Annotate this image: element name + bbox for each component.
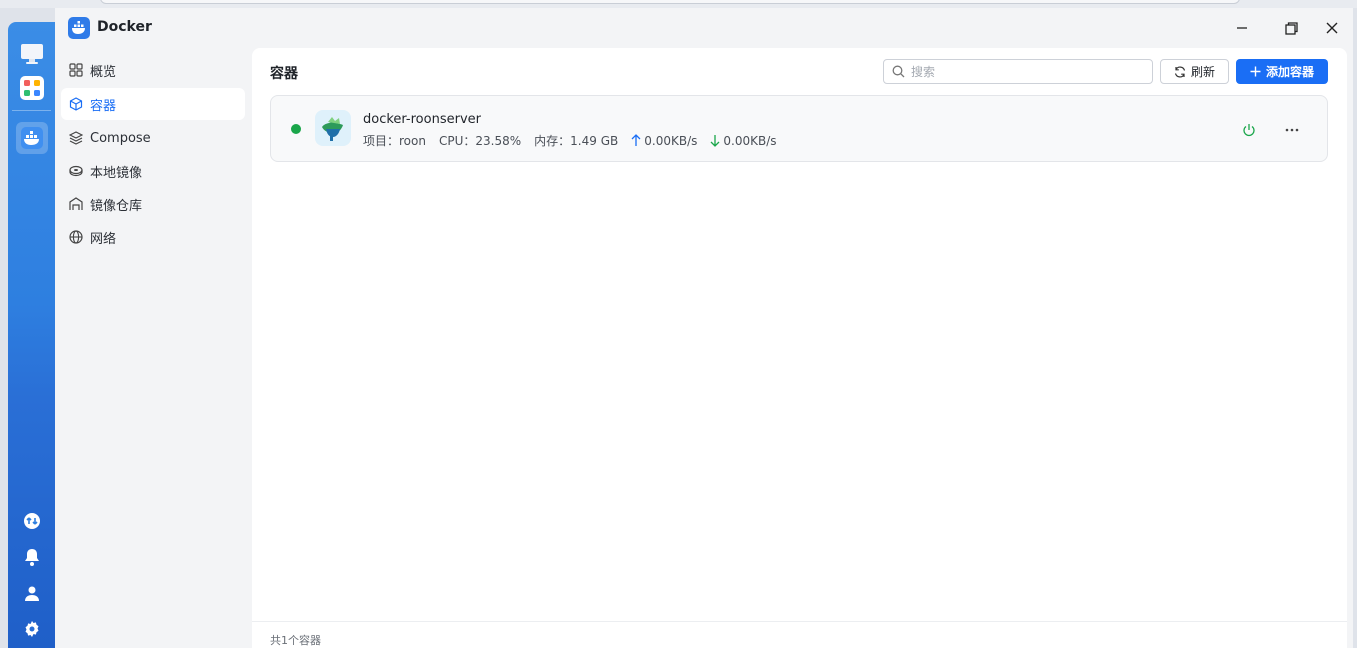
sidebar-item-label: 镜像仓库 bbox=[90, 198, 143, 214]
refresh-icon bbox=[1174, 65, 1186, 78]
cpu-value: 23.58% bbox=[475, 133, 522, 148]
project-label: 项目： bbox=[363, 134, 400, 148]
disk-icon bbox=[68, 163, 84, 179]
search-box[interactable] bbox=[883, 59, 1153, 84]
sidebar-item-local-images[interactable]: 本地镜像 bbox=[61, 155, 245, 187]
sidebar-item-compose[interactable]: Compose bbox=[61, 122, 245, 154]
title-bar: Docker bbox=[55, 8, 1353, 48]
project-value: roon bbox=[399, 133, 426, 148]
app-center-icon[interactable] bbox=[16, 72, 48, 104]
warehouse-icon bbox=[68, 196, 84, 212]
page-title: 容器 bbox=[270, 66, 298, 82]
sidebar-item-overview[interactable]: 概览 bbox=[61, 54, 245, 86]
user-icon[interactable] bbox=[16, 577, 48, 609]
minimize-icon[interactable] bbox=[1228, 16, 1256, 40]
app-title: Docker bbox=[97, 19, 152, 35]
gear-icon[interactable] bbox=[16, 613, 48, 645]
bell-icon[interactable] bbox=[16, 541, 48, 573]
desktop-top-strip bbox=[0, 0, 1357, 8]
memory-value: 1.49 GB bbox=[570, 133, 619, 148]
cube-icon bbox=[68, 96, 84, 112]
close-icon[interactable] bbox=[1318, 16, 1346, 40]
power-icon[interactable] bbox=[1239, 120, 1259, 140]
desktop-search-bar[interactable] bbox=[100, 0, 1240, 4]
more-options-icon[interactable] bbox=[1281, 120, 1303, 140]
globe-icon bbox=[68, 229, 84, 245]
search-icon bbox=[892, 65, 905, 78]
upload-rate: 0.00KB/s bbox=[644, 133, 698, 148]
sidebar-item-label: Compose bbox=[90, 130, 151, 146]
layers-icon bbox=[68, 130, 84, 146]
desktop-monitor-icon[interactable] bbox=[16, 38, 48, 70]
system-dock bbox=[8, 22, 55, 648]
sidebar-item-network[interactable]: 网络 bbox=[61, 221, 245, 253]
container-card[interactable]: docker-roonserver 项目： roon CPU： 23.58% 内… bbox=[270, 95, 1328, 162]
docker-logo-icon bbox=[68, 17, 90, 39]
plus-icon bbox=[1250, 66, 1261, 77]
sidebar-item-registry[interactable]: 镜像仓库 bbox=[61, 188, 245, 220]
search-input[interactable] bbox=[911, 64, 1131, 79]
running-status-dot bbox=[291, 124, 301, 134]
sidebar-item-label: 容器 bbox=[90, 98, 117, 114]
container-count: 共1个容器 bbox=[270, 634, 321, 647]
memory-label: 内存： bbox=[534, 134, 571, 148]
add-container-button[interactable]: 添加容器 bbox=[1236, 59, 1328, 84]
refresh-button[interactable]: 刷新 bbox=[1160, 59, 1229, 84]
maximize-icon[interactable] bbox=[1277, 16, 1305, 40]
transfer-icon[interactable] bbox=[16, 505, 48, 537]
sidebar-item-label: 本地镜像 bbox=[90, 165, 143, 181]
docker-dock-icon[interactable] bbox=[16, 122, 48, 154]
container-name: docker-roonserver bbox=[363, 112, 481, 127]
docker-window: Docker 概览 容器 Compose 本地镜像 镜像仓库 网络 容器 搜索 … bbox=[55, 8, 1353, 648]
main-panel: 容器 刷新 添加容器 docker-roonserver 项目： roon CP bbox=[252, 48, 1347, 648]
download-arrow-icon bbox=[710, 135, 720, 147]
footer: 共1个容器 bbox=[252, 621, 1347, 648]
cpu-label: CPU： bbox=[438, 134, 476, 148]
download-rate: 0.00KB/s bbox=[723, 133, 777, 148]
dock-separator bbox=[12, 110, 51, 111]
roonserver-app-icon bbox=[315, 110, 351, 146]
container-meta: 项目： roon CPU： 23.58% 内存： 1.49 GB 0.00KB/… bbox=[363, 132, 777, 149]
sidebar-item-label: 网络 bbox=[90, 231, 117, 247]
upload-arrow-icon bbox=[631, 134, 641, 146]
grid-icon bbox=[68, 62, 84, 78]
refresh-label: 刷新 bbox=[1190, 65, 1215, 79]
add-container-label: 添加容器 bbox=[1265, 65, 1314, 79]
sidebar-item-label: 概览 bbox=[90, 64, 117, 80]
sidebar: 概览 容器 Compose 本地镜像 镜像仓库 网络 bbox=[55, 48, 252, 648]
sidebar-item-containers[interactable]: 容器 bbox=[61, 88, 245, 120]
